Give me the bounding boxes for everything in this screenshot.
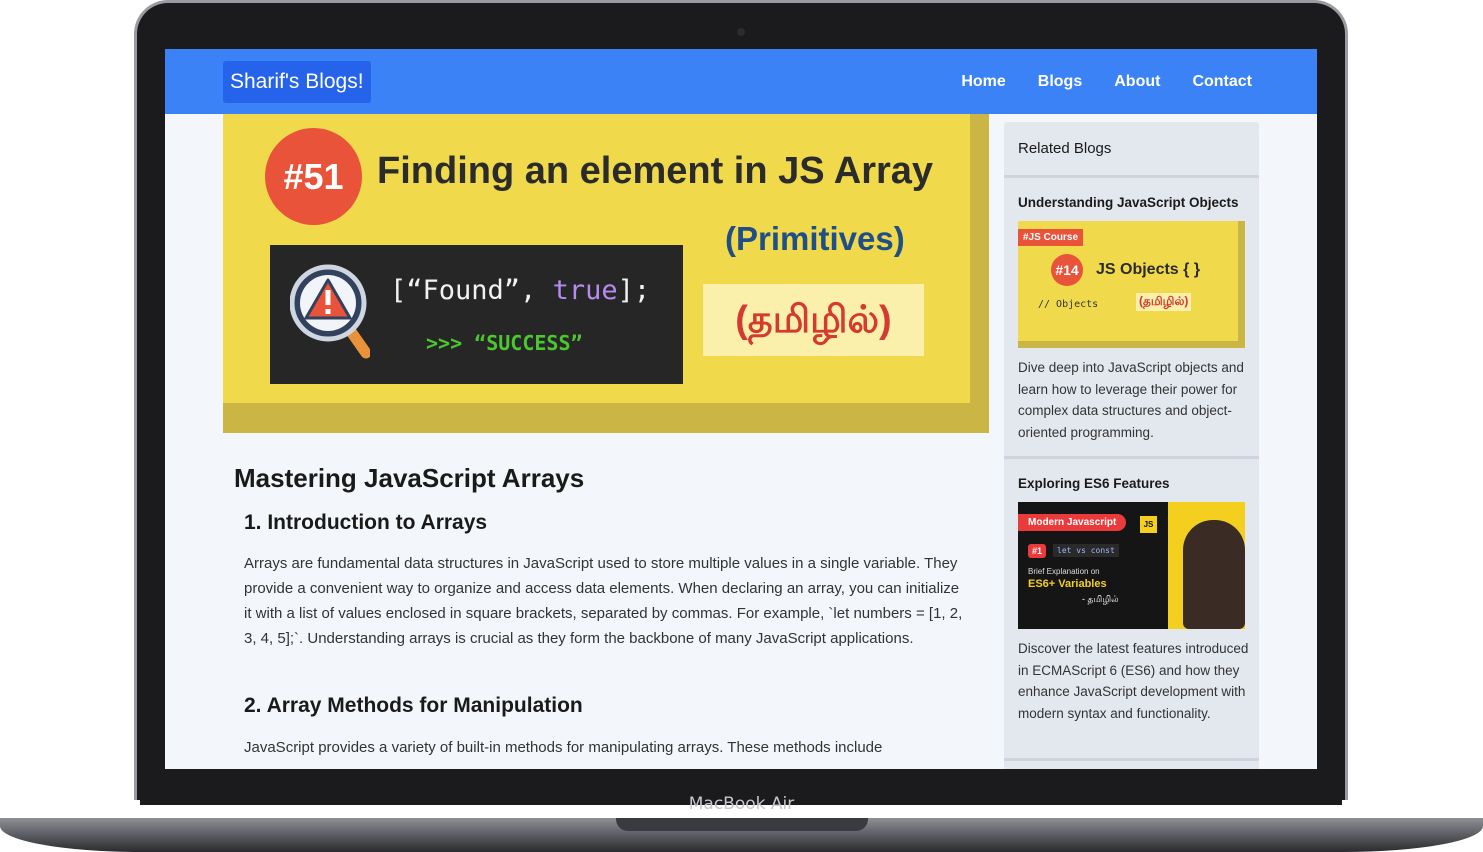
thumb-number-badge: #14 <box>1051 254 1083 286</box>
presenter-photo <box>1183 520 1245 629</box>
article: Mastering JavaScript Arrays 1. Introduct… <box>223 433 989 769</box>
nav-link-home[interactable]: Home <box>961 73 1005 91</box>
section-paragraph: JavaScript provides a variety of built-i… <box>244 739 883 756</box>
thumb-subheading: Brief Explanation on <box>1028 567 1100 576</box>
thumb-number-badge: #1 <box>1028 544 1047 558</box>
hero-image: #51 Finding an element in JS Array [“Fou… <box>223 114 989 433</box>
divider <box>1004 758 1259 761</box>
section-heading: 2. Array Methods for Manipulation <box>244 694 583 717</box>
related-blog-description: Dive deep into JavaScript objects and le… <box>1018 360 1244 440</box>
site-logo[interactable]: Sharif's Blogs! <box>223 61 371 103</box>
device-label: MacBook Air <box>688 794 795 814</box>
related-blogs-sidebar: Related Blogs Understanding JavaScript O… <box>1004 122 1259 769</box>
thumb-tamil-label: - தமிழில் <box>1082 594 1119 604</box>
section-paragraph: Arrays are fundamental data structures i… <box>244 555 963 647</box>
nav-link-blogs[interactable]: Blogs <box>1038 73 1082 91</box>
alert-magnifier-icon <box>290 264 370 359</box>
nav-link-about[interactable]: About <box>1114 73 1160 91</box>
related-blog-title[interactable]: Understanding JavaScript Objects <box>1018 195 1239 210</box>
hero-subtitle: (Primitives) <box>725 220 905 257</box>
divider <box>1004 456 1259 459</box>
thumb-tamil-label: (தமிழில்) <box>1136 293 1192 311</box>
nav-links: Home Blogs About Contact <box>961 49 1252 114</box>
code-line-array: [“Found”, true]; <box>390 275 651 306</box>
divider <box>1004 175 1259 178</box>
thumb-code: let vs const <box>1053 544 1119 557</box>
code-keyword: true <box>552 275 618 306</box>
js-logo-icon: JS <box>1140 516 1157 533</box>
code-snippet: [“Found”, true]; >>> “SUCCESS” <box>270 245 683 384</box>
hero-title: Finding an element in JS Array <box>377 150 934 192</box>
thumb-heading: ES6+ Variables <box>1028 578 1107 590</box>
browser-viewport: Sharif's Blogs! Home Blogs About Contact… <box>165 49 1317 769</box>
laptop-notch <box>616 818 868 831</box>
nav-link-contact[interactable]: Contact <box>1192 73 1252 91</box>
thumb-tag: #JS Course <box>1018 229 1084 246</box>
thumb-code: // Objects <box>1038 299 1099 310</box>
code-line-result: >>> “SUCCESS” <box>426 331 583 355</box>
section-heading: 1. Introduction to Arrays <box>244 511 488 534</box>
camera-icon <box>737 28 745 36</box>
hero-image-face: #51 Finding an element in JS Array [“Fou… <box>223 114 970 403</box>
thumb-tag: Modern Javascript <box>1018 514 1127 531</box>
episode-badge: #51 <box>265 128 362 225</box>
related-blog-thumbnail[interactable]: Modern Javascript JS #1 let vs const Bri… <box>1018 502 1245 629</box>
hero-tamil-label: (தமிழில்) <box>703 284 924 356</box>
article-title: Mastering JavaScript Arrays <box>234 463 585 493</box>
related-blog-title[interactable]: Exploring ES6 Features <box>1018 476 1170 491</box>
related-blog-thumbnail[interactable]: #JS Course #14 JS Objects { } // Objects… <box>1018 221 1245 348</box>
navbar: Sharif's Blogs! Home Blogs About Contact <box>165 49 1317 114</box>
thumb-heading: JS Objects { } <box>1096 261 1201 278</box>
sidebar-title: Related Blogs <box>1018 140 1112 157</box>
related-blog-description: Discover the latest features introduced … <box>1018 641 1249 721</box>
